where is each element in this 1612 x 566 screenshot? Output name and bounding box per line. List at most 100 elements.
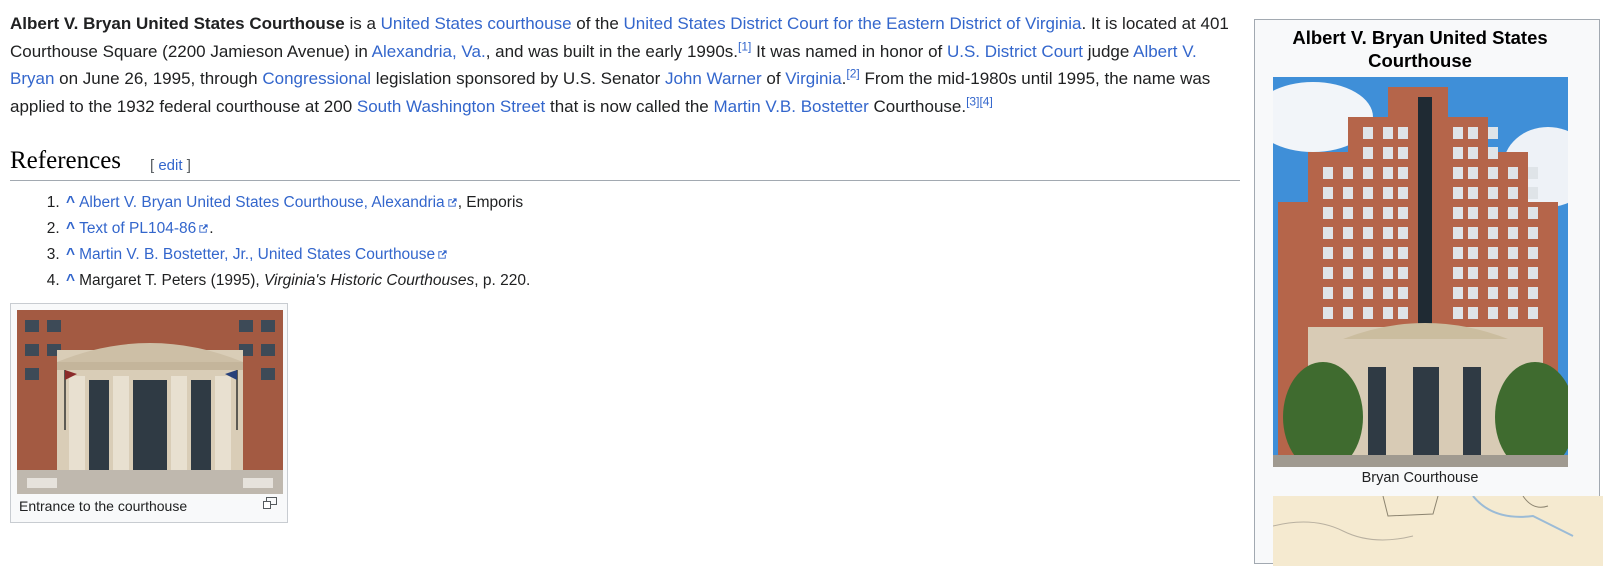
building-window (1398, 247, 1408, 259)
building-window (1398, 147, 1408, 159)
link-district-court-eastern-virginia[interactable]: United States District Court for the Eas… (624, 14, 1082, 33)
building-window (1383, 227, 1393, 239)
link-united-states-courthouse[interactable]: United States courthouse (381, 14, 572, 33)
text-run: legislation sponsored by U.S. Senator (371, 69, 665, 88)
infobox-caption: Bryan Courthouse (1361, 470, 1479, 486)
building-window (1468, 227, 1478, 239)
entrance-caption: Entrance to the courthouse (19, 498, 188, 514)
reference-suffix: , Emporis (457, 194, 524, 211)
building-window (1383, 287, 1393, 299)
building-window (1508, 167, 1518, 179)
building-window (1468, 147, 1478, 159)
building-window (1508, 287, 1518, 299)
citation-3[interactable]: [3] (966, 94, 979, 108)
reference-author: Margaret T. Peters (1995), (79, 272, 264, 289)
entrance-figure: Entrance to the courthouse (10, 303, 288, 523)
external-link-icon (199, 224, 208, 233)
building-window (1453, 287, 1463, 299)
building-window (1383, 247, 1393, 259)
building-window (1488, 267, 1498, 279)
reference-item: ^Martin V. B. Bostetter, Jr., United Sta… (64, 242, 530, 268)
infobox-title: Albert V. Bryan United States Courthouse (1292, 27, 1548, 71)
building-window (1488, 167, 1498, 179)
building-window (1488, 187, 1498, 199)
text-run: Courthouse. (868, 96, 967, 116)
edit-section-link[interactable]: edit (158, 157, 182, 174)
building-window (1383, 147, 1393, 159)
link-martin-vb-bostetter[interactable]: Martin V.B. Bostetter (713, 97, 868, 116)
building-window (1398, 167, 1408, 179)
building-window (1468, 167, 1478, 179)
building-window (1488, 147, 1498, 159)
building-window (1398, 307, 1408, 319)
infobox-photo[interactable] (1273, 77, 1568, 467)
citation-1[interactable]: [1] (738, 39, 751, 53)
link-virginia[interactable]: Virginia (785, 69, 841, 88)
backlink-caret[interactable]: ^ (66, 194, 75, 211)
infobox: Albert V. Bryan United States Courthouse… (1254, 19, 1603, 566)
building-window (1383, 127, 1393, 139)
building-window (1363, 187, 1373, 199)
building-window (1323, 247, 1333, 259)
building-window (1468, 247, 1478, 259)
reference-link-pl104-86[interactable]: Text of PL104-86 (79, 220, 196, 237)
text-run: It was named in honor of (751, 41, 947, 61)
backlink-caret[interactable]: ^ (66, 220, 75, 237)
entrance-photo[interactable] (17, 310, 283, 494)
building-window (1323, 187, 1333, 199)
lead-paragraph: Albert V. Bryan United States Courthouse… (10, 10, 1242, 120)
link-us-district-court[interactable]: U.S. District Court (947, 42, 1083, 61)
building-window (1468, 287, 1478, 299)
building-window (1528, 167, 1538, 179)
building-window (1488, 287, 1498, 299)
building-window (1488, 127, 1498, 139)
edit-section: [ edit ] (150, 157, 191, 174)
link-congressional[interactable]: Congressional (262, 69, 371, 88)
building-window (1528, 307, 1538, 319)
citation-4[interactable]: [4] (979, 94, 992, 108)
text-run: of (761, 69, 786, 88)
building-window (1528, 267, 1538, 279)
building-window (1528, 287, 1538, 299)
reference-link-emporis[interactable]: Albert V. Bryan United States Courthouse… (79, 194, 445, 211)
building-window (1488, 227, 1498, 239)
reference-book-title: Virginia's Historic Courthouses (264, 272, 475, 289)
building-window (1363, 287, 1373, 299)
building-window (1363, 307, 1373, 319)
building-window (1323, 267, 1333, 279)
building-window (1323, 207, 1333, 219)
building-window (1453, 187, 1463, 199)
link-alexandria[interactable]: Alexandria, Va. (372, 42, 486, 61)
text-run: judge (1083, 41, 1134, 61)
building-window (1343, 267, 1353, 279)
building-window (1468, 207, 1478, 219)
reference-link-bostetter-courthouse[interactable]: Martin V. B. Bostetter, Jr., United Stat… (79, 246, 435, 263)
link-john-warner[interactable]: John Warner (665, 69, 762, 88)
building-window (1453, 147, 1463, 159)
backlink-caret[interactable]: ^ (66, 246, 75, 263)
building-window (1508, 267, 1518, 279)
courthouse-photo-drawing (1273, 77, 1568, 467)
link-south-washington-street[interactable]: South Washington Street (357, 97, 545, 116)
building-window (1508, 207, 1518, 219)
text-run: , and was built in the early 1990s. (485, 41, 739, 61)
building-window (1468, 307, 1478, 319)
building-window (1508, 187, 1518, 199)
building-window (1453, 267, 1463, 279)
building-window (1528, 187, 1538, 199)
building-window (1343, 207, 1353, 219)
building-window (1383, 307, 1393, 319)
building-window (1363, 147, 1373, 159)
building-window (1343, 187, 1353, 199)
reference-item: ^Text of PL104-86. (64, 216, 530, 242)
reference-suffix: . (209, 220, 214, 237)
building-window (1528, 227, 1538, 239)
references-title: References (10, 147, 122, 174)
magnify-icon[interactable] (263, 497, 277, 509)
building-window (1453, 127, 1463, 139)
building-window (1508, 307, 1518, 319)
backlink-caret[interactable]: ^ (66, 272, 75, 289)
building-window (1398, 227, 1408, 239)
building-window (1398, 207, 1408, 219)
citation-2[interactable]: [2] (846, 66, 859, 80)
